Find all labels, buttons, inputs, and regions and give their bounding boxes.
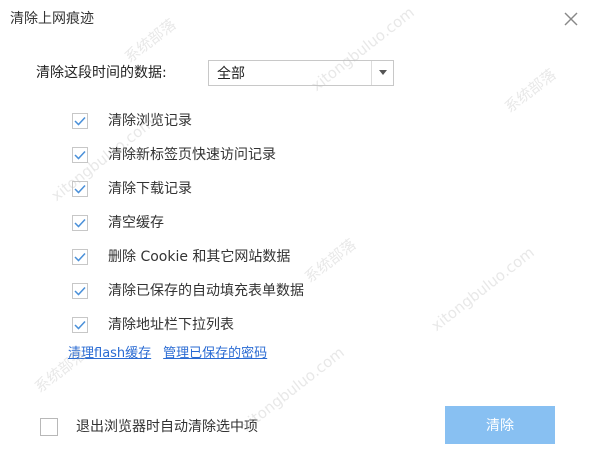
checkmark-icon (74, 252, 86, 262)
checkbox[interactable] (72, 317, 88, 333)
checkbox[interactable] (72, 181, 88, 197)
clear-history-dialog: 清除上网痕迹 清除这段时间的数据: 全部 清除浏览记录 清除新标签页快速访问记录… (0, 0, 592, 456)
time-range-value: 全部 (217, 66, 245, 82)
watermark-text: 系统部落 (501, 65, 560, 117)
option-download-history[interactable]: 清除下载记录 (72, 172, 304, 206)
time-range-label: 清除这段时间的数据: (36, 65, 167, 81)
auto-clear-label: 退出浏览器时自动清除选中项 (76, 419, 258, 435)
time-range-row: 清除这段时间的数据: 全部 (36, 60, 394, 86)
checkbox[interactable] (72, 249, 88, 265)
option-browsing-history[interactable]: 清除浏览记录 (72, 104, 304, 138)
checkbox[interactable] (72, 113, 88, 129)
watermark-text: 系统部落 (301, 235, 360, 287)
auto-clear-option[interactable]: 退出浏览器时自动清除选中项 (40, 418, 258, 436)
checkmark-icon (74, 184, 86, 194)
auto-clear-checkbox[interactable] (40, 418, 58, 436)
option-address-bar-list[interactable]: 清除地址栏下拉列表 (72, 308, 304, 342)
time-range-select[interactable]: 全部 (208, 60, 394, 86)
option-cookies[interactable]: 删除 Cookie 和其它网站数据 (72, 240, 304, 274)
clear-options-list: 清除浏览记录 清除新标签页快速访问记录 清除下载记录 清空缓存 删除 Cooki… (72, 104, 304, 342)
checkmark-icon (74, 116, 86, 126)
caret-down-icon (378, 70, 387, 75)
clear-flash-link[interactable]: 清理flash缓存 (68, 342, 151, 361)
checkbox[interactable] (72, 283, 88, 299)
option-cache[interactable]: 清空缓存 (72, 206, 304, 240)
clear-button[interactable]: 清除 (445, 406, 555, 444)
checkmark-icon (74, 286, 86, 296)
checkbox[interactable] (72, 215, 88, 231)
checkmark-icon (74, 218, 86, 228)
close-button[interactable] (560, 8, 582, 30)
option-label: 删除 Cookie 和其它网站数据 (108, 249, 291, 265)
links-row: 清理flash缓存 管理已保存的密码 (68, 342, 267, 361)
option-label: 清除下载记录 (108, 181, 192, 197)
dropdown-arrow[interactable] (371, 61, 393, 85)
option-new-tab-records[interactable]: 清除新标签页快速访问记录 (72, 138, 304, 172)
close-icon (564, 12, 578, 26)
option-autofill[interactable]: 清除已保存的自动填充表单数据 (72, 274, 304, 308)
watermark-text: xitongbuluo.com (427, 243, 538, 335)
option-label: 清除已保存的自动填充表单数据 (108, 283, 304, 299)
option-label: 清空缓存 (108, 215, 164, 231)
option-label: 清除地址栏下拉列表 (108, 317, 234, 333)
dialog-title: 清除上网痕迹 (10, 11, 94, 27)
option-label: 清除新标签页快速访问记录 (108, 147, 276, 163)
checkbox[interactable] (72, 147, 88, 163)
option-label: 清除浏览记录 (108, 113, 192, 129)
dialog-titlebar: 清除上网痕迹 (0, 0, 592, 42)
manage-passwords-link[interactable]: 管理已保存的密码 (163, 342, 267, 361)
checkmark-icon (74, 320, 86, 330)
checkmark-icon (74, 150, 86, 160)
